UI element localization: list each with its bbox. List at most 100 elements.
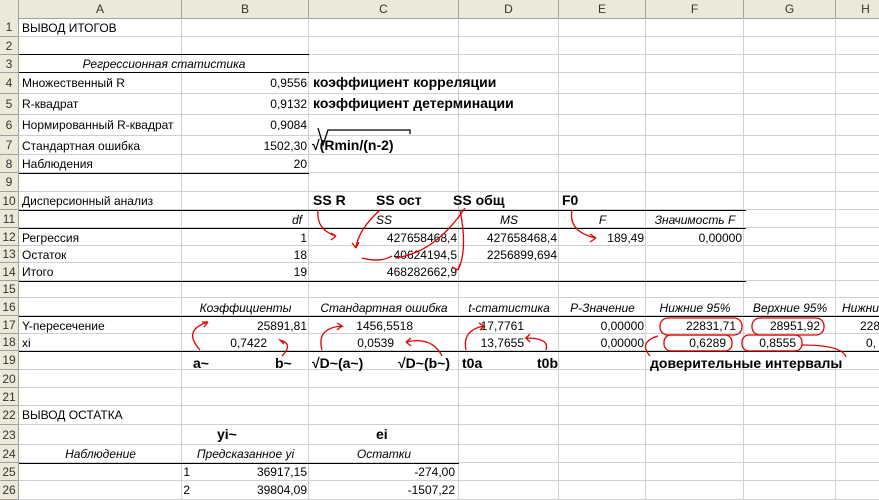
residuals-cell[interactable]: 36917,15 xyxy=(182,463,307,481)
coef-cell[interactable]: 22831,71 xyxy=(646,317,736,335)
residuals-cell[interactable]: 39804,09 xyxy=(182,481,307,499)
residuals-cell[interactable]: -274,00 xyxy=(309,463,455,481)
anova-cell[interactable]: 0,00000 xyxy=(646,229,742,247)
grid-col-line xyxy=(645,18,646,500)
coef-header: Верхние 95% xyxy=(752,301,828,315)
row-header[interactable]: 16 xyxy=(0,298,19,316)
row-header[interactable]: 10 xyxy=(0,192,19,210)
row-header[interactable]: 3 xyxy=(0,55,19,73)
obs-label: Наблюдения xyxy=(22,157,93,171)
grid-row-line xyxy=(19,135,879,136)
row-header[interactable]: 18 xyxy=(0,334,19,351)
grid-row-line xyxy=(19,387,879,388)
std-err-value[interactable]: 1502,30 xyxy=(182,137,307,155)
row-header[interactable]: 26 xyxy=(0,481,19,500)
column-header-f[interactable]: F xyxy=(646,0,744,18)
row-header[interactable]: 15 xyxy=(0,281,19,298)
coef-header: Нижни xyxy=(842,301,879,315)
coef-cell[interactable]: 228 xyxy=(860,317,879,335)
coef-cell[interactable]: 0,00000 xyxy=(559,334,644,352)
anova-cell[interactable]: 40624194,5 xyxy=(309,246,457,264)
grid-row-line xyxy=(19,297,879,298)
row-header[interactable]: 2 xyxy=(0,37,19,55)
row-header[interactable]: 11 xyxy=(0,210,19,228)
coef-header: P-Значение xyxy=(570,301,635,315)
obs-value[interactable]: 20 xyxy=(182,155,307,173)
coef-cell[interactable]: 28951,92 xyxy=(744,317,820,335)
anova-header-df: df xyxy=(291,213,302,227)
row-header[interactable]: 21 xyxy=(0,388,19,406)
b-note: b~ xyxy=(275,355,292,371)
coef-cell[interactable]: 0,7422 xyxy=(182,334,267,352)
adj-r2-value[interactable]: 0,9084 xyxy=(182,116,307,134)
row-header[interactable]: 25 xyxy=(0,463,19,481)
row-header[interactable]: 5 xyxy=(0,94,19,115)
coef-cell[interactable]: 17,7761 xyxy=(459,317,524,335)
column-header-b[interactable]: B xyxy=(182,0,309,18)
residuals-cell[interactable]: 2 xyxy=(19,481,190,499)
select-all-corner[interactable] xyxy=(0,0,19,18)
coef-cell[interactable]: 0,6289 xyxy=(646,334,726,352)
residuals-cell[interactable]: -1507,22 xyxy=(309,481,455,499)
anova-cell[interactable]: 19 xyxy=(182,263,307,281)
table-border xyxy=(19,210,746,211)
row-header[interactable]: 14 xyxy=(0,263,19,281)
coef-cell[interactable]: 0,0539 xyxy=(309,334,394,352)
reg-stat-header: Регрессионная статистика xyxy=(82,57,246,71)
a-note: a~ xyxy=(193,355,209,371)
table-border xyxy=(19,281,746,282)
row-header[interactable]: 13 xyxy=(0,246,19,263)
coef-cell[interactable]: 0,00000 xyxy=(559,317,644,335)
d-b-note: √D~(b~) xyxy=(398,355,451,371)
anova-cell[interactable]: 18 xyxy=(182,246,307,264)
residuals-header: Наблюдение xyxy=(65,447,136,461)
anova-cell[interactable]: 427658468,4 xyxy=(459,229,557,247)
table-border xyxy=(19,173,309,174)
column-header-g[interactable]: G xyxy=(744,0,836,18)
row-header[interactable]: 8 xyxy=(0,155,19,173)
anova-cell[interactable]: 1 xyxy=(182,229,307,247)
row-header[interactable]: 19 xyxy=(0,351,19,370)
coef-row-label: Y-пересечение xyxy=(22,319,105,333)
column-header-a[interactable]: A xyxy=(19,0,182,18)
row-header[interactable]: 7 xyxy=(0,136,19,155)
coef-cell[interactable]: 1456,5518 xyxy=(309,317,413,335)
row-header[interactable]: 17 xyxy=(0,316,19,334)
coef-cell[interactable]: 0, xyxy=(866,334,876,352)
residuals-header: Остатки xyxy=(356,447,412,461)
t0b-note: t0b xyxy=(537,355,558,371)
r2-value[interactable]: 0,9132 xyxy=(182,95,307,113)
column-header-h[interactable]: H xyxy=(836,0,879,18)
anova-cell[interactable]: 189,49 xyxy=(559,229,644,247)
column-header-e[interactable]: E xyxy=(559,0,646,18)
ss-total-note: SS общ xyxy=(453,192,505,208)
column-header-d[interactable]: D xyxy=(459,0,559,18)
row-header[interactable]: 4 xyxy=(0,73,19,94)
column-header-c[interactable]: C xyxy=(309,0,459,18)
coef-cell[interactable]: 25891,81 xyxy=(182,317,307,335)
anova-cell[interactable]: 2256899,694 xyxy=(459,246,557,264)
coef-cell[interactable]: 13,7655 xyxy=(459,334,524,352)
coef-cell[interactable]: 0,8555 xyxy=(744,334,796,352)
anova-header-f: F xyxy=(598,213,607,227)
formula-note: √(Rmin/(n-2) xyxy=(312,137,394,153)
row-header[interactable]: 12 xyxy=(0,228,19,246)
residuals-title: ВЫВОД ОСТАТКА xyxy=(22,408,123,422)
row-header[interactable]: 9 xyxy=(0,173,19,192)
anova-cell[interactable]: 468282662,9 xyxy=(309,263,457,281)
row-header[interactable]: 20 xyxy=(0,370,19,388)
ei-note: ei xyxy=(376,426,388,442)
row-header[interactable]: 1 xyxy=(0,18,19,37)
row-header[interactable]: 23 xyxy=(0,425,19,445)
anova-cell[interactable]: 427658468,4 xyxy=(309,229,457,247)
residuals-header: Предсказанное yi xyxy=(196,447,295,461)
row-header[interactable]: 24 xyxy=(0,445,19,463)
coef-header: t-статистика xyxy=(468,301,550,315)
d-a-note: √D~(a~) xyxy=(312,355,364,371)
residuals-cell[interactable]: 1 xyxy=(19,463,190,481)
grid-col-line xyxy=(835,18,836,500)
grid-row-line xyxy=(19,36,879,37)
row-header[interactable]: 6 xyxy=(0,115,19,136)
multiple-r-value[interactable]: 0,9556 xyxy=(182,74,307,92)
row-header[interactable]: 22 xyxy=(0,406,19,425)
